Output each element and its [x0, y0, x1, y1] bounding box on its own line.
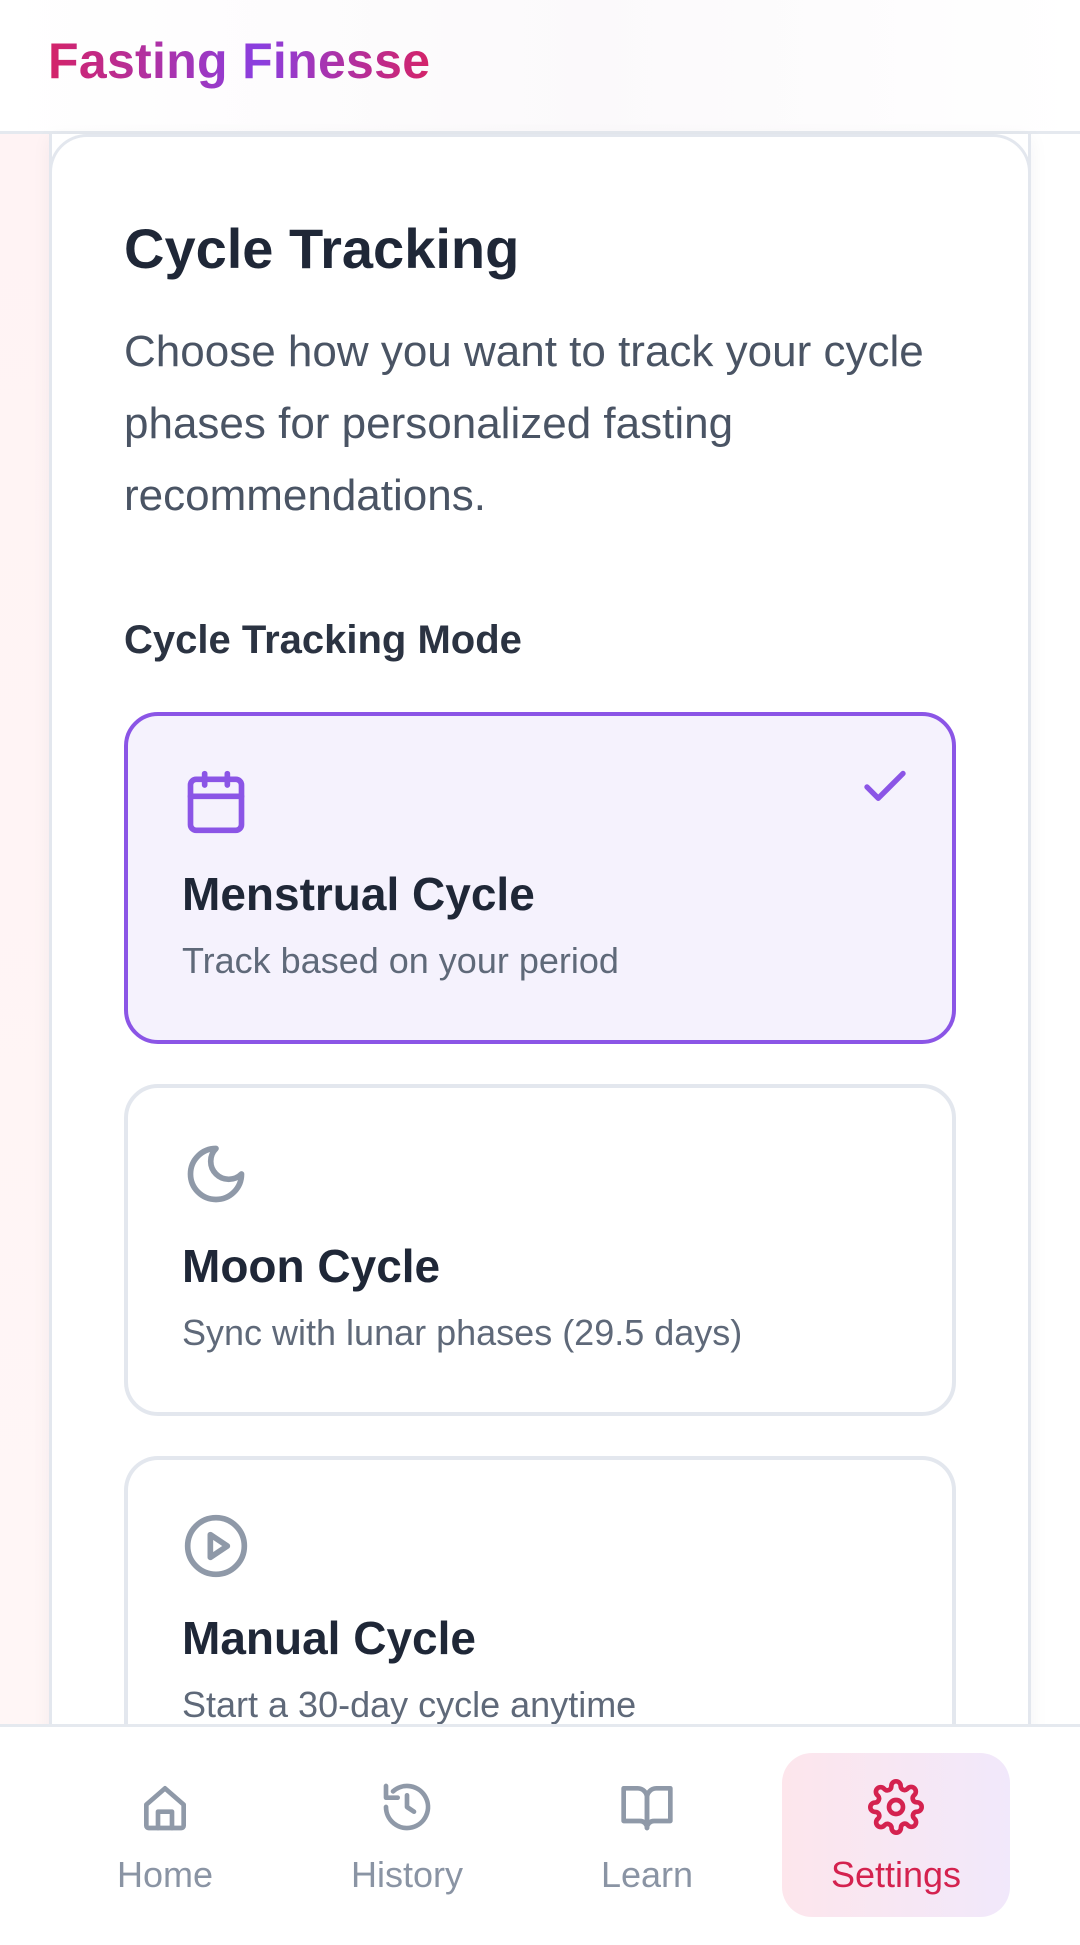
- nav-item-home[interactable]: Home: [50, 1753, 280, 1917]
- checkmark-icon: [864, 770, 906, 801]
- nav-label: History: [350, 1854, 463, 1895]
- page-description: Choose how you want to track your cycle …: [124, 327, 924, 520]
- nav-item-learn[interactable]: Learn: [532, 1753, 762, 1917]
- nav-label: Home: [116, 1854, 214, 1895]
- nav-item-history[interactable]: History: [292, 1753, 522, 1917]
- option-menstrual-cycle[interactable]: Menstrual Cycle Track based on your peri…: [124, 712, 956, 1044]
- nav-label: Learn: [600, 1854, 694, 1895]
- history-icon: [383, 1783, 431, 1831]
- home-icon: [144, 1786, 187, 1831]
- background-tint: [0, 134, 50, 1724]
- option-subtitle: Track based on your period: [182, 940, 619, 981]
- moon-icon: [187, 1145, 245, 1203]
- calendar-icon: [187, 770, 245, 834]
- book-open-icon: [621, 1786, 673, 1831]
- app-header: Fasting Finesse: [0, 0, 1080, 134]
- bottom-navigation: Home History Learn Settings: [0, 1724, 1080, 1945]
- mode-section-label: Cycle Tracking Mode: [124, 618, 522, 662]
- page-title: Cycle Tracking: [124, 217, 520, 280]
- gear-icon: [868, 1779, 924, 1835]
- option-subtitle: Sync with lunar phases (29.5 days): [182, 1312, 743, 1353]
- app-brand-title: Fasting Finesse: [48, 30, 430, 92]
- option-moon-cycle[interactable]: Moon Cycle Sync with lunar phases (29.5 …: [124, 1084, 956, 1416]
- option-subtitle: Start a 30-day cycle anytime: [182, 1684, 637, 1725]
- option-title: Manual Cycle: [182, 1612, 476, 1664]
- play-circle-icon: [184, 1514, 248, 1578]
- option-title: Menstrual Cycle: [182, 868, 535, 920]
- nav-label: Settings: [830, 1854, 962, 1895]
- nav-item-settings[interactable]: Settings: [782, 1753, 1010, 1917]
- option-title: Moon Cycle: [182, 1240, 441, 1292]
- app-screen: Fasting Finesse Cycle Tracking Choose ho…: [0, 0, 1080, 1945]
